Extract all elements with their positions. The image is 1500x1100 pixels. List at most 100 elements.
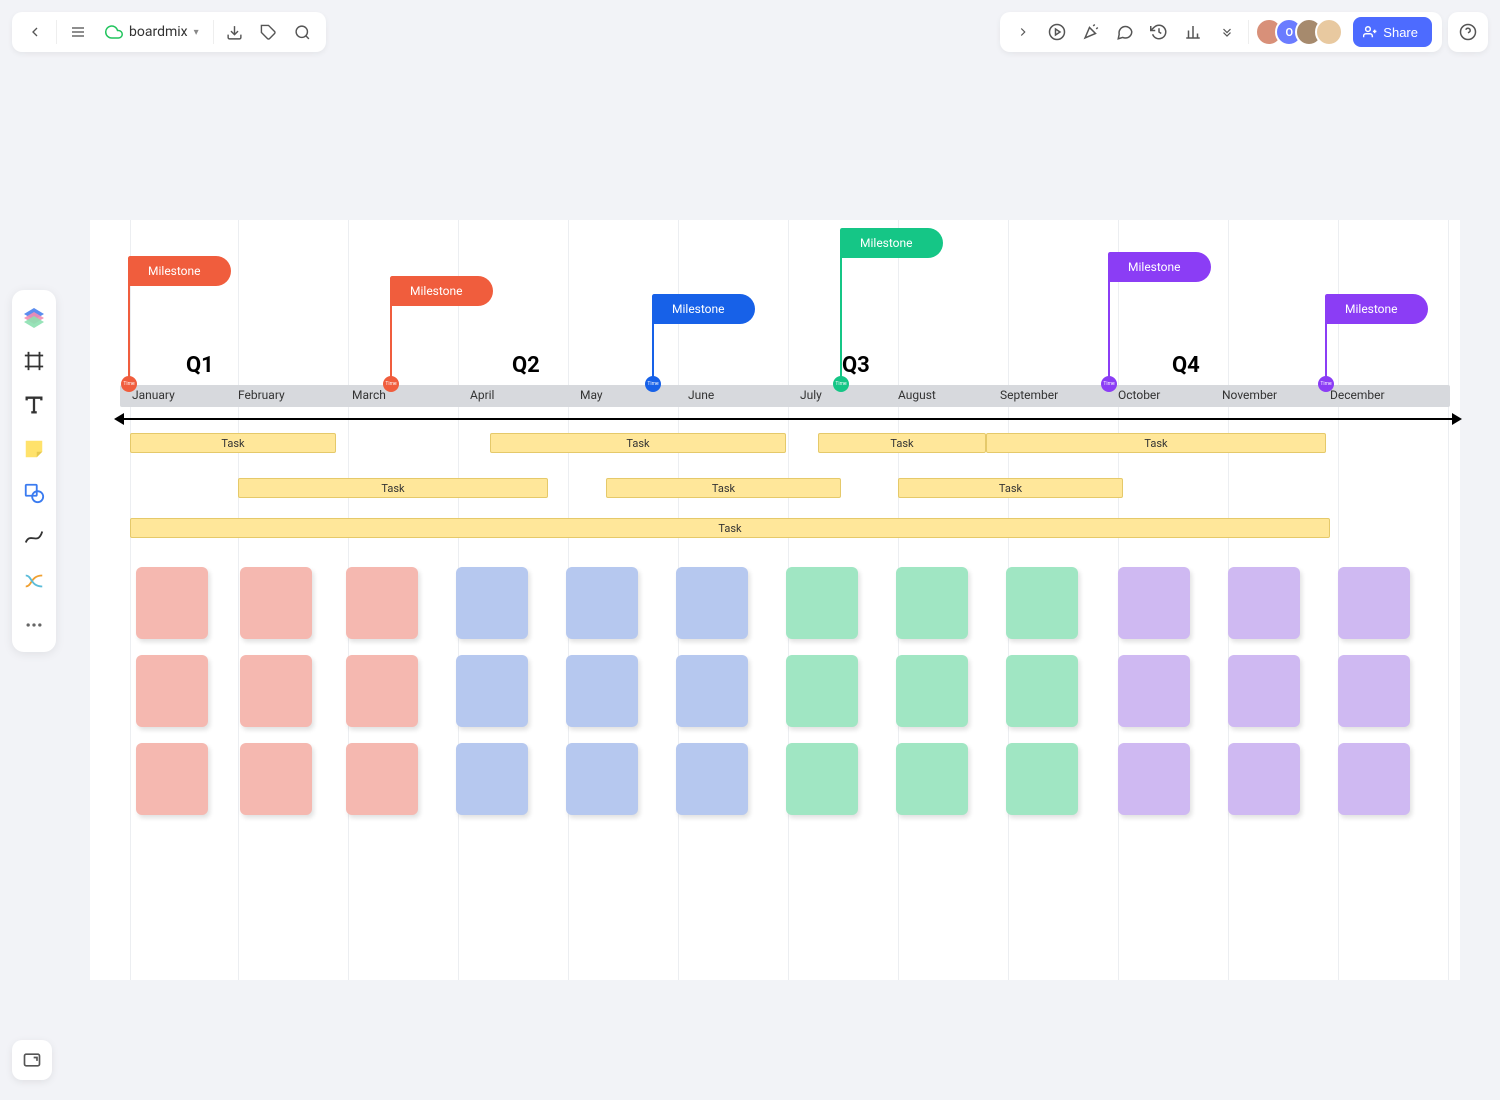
expand-button[interactable]: [1006, 15, 1040, 49]
sticky-note[interactable]: [136, 567, 208, 639]
separator: [56, 20, 57, 44]
play-circle-icon: [1048, 23, 1066, 41]
milestone-flag[interactable]: Milestone: [390, 276, 493, 306]
tool-connector[interactable]: [16, 560, 52, 602]
collaborator-avatars[interactable]: O: [1255, 18, 1343, 46]
templates-icon: [22, 306, 46, 328]
tool-more[interactable]: [16, 604, 52, 646]
comment-button[interactable]: [1108, 15, 1142, 49]
tool-sticky[interactable]: [16, 428, 52, 470]
sticky-note[interactable]: [896, 655, 968, 727]
month-label: August: [898, 388, 936, 402]
left-toolbar: [12, 290, 56, 652]
sticky-note[interactable]: [136, 655, 208, 727]
frame-icon: [23, 350, 45, 372]
avatar[interactable]: [1315, 18, 1343, 46]
search-button[interactable]: [286, 15, 320, 49]
canvas-board[interactable]: JanuaryFebruaryMarchAprilMayJuneJulyAugu…: [90, 220, 1460, 980]
month-label: July: [800, 388, 822, 402]
sticky-note[interactable]: [1338, 655, 1410, 727]
sticky-note[interactable]: [1338, 567, 1410, 639]
sticky-note[interactable]: [676, 743, 748, 815]
back-button[interactable]: [18, 15, 52, 49]
tool-text[interactable]: [16, 384, 52, 426]
sticky-note[interactable]: [346, 567, 418, 639]
task-bar[interactable]: Task: [818, 433, 986, 453]
history-button[interactable]: [1142, 15, 1176, 49]
sticky-note[interactable]: [566, 655, 638, 727]
milestone-line: [1108, 280, 1110, 384]
sticky-note[interactable]: [346, 743, 418, 815]
present-button[interactable]: [1040, 15, 1074, 49]
sticky-note[interactable]: [676, 655, 748, 727]
milestone-flag[interactable]: Milestone: [840, 228, 943, 258]
milestone-dot[interactable]: Time: [833, 376, 849, 392]
milestone-dot[interactable]: Time: [121, 376, 137, 392]
tool-templates[interactable]: [16, 296, 52, 338]
help-button[interactable]: [1448, 12, 1488, 52]
tool-shape[interactable]: [16, 472, 52, 514]
help-icon: [1459, 23, 1477, 41]
sticky-note[interactable]: [786, 567, 858, 639]
milestone-dot[interactable]: Time: [1318, 376, 1334, 392]
tool-pen[interactable]: [16, 516, 52, 558]
minimap-toggle[interactable]: [12, 1040, 52, 1080]
task-bar[interactable]: Task: [130, 518, 1330, 538]
sticky-note[interactable]: [1006, 567, 1078, 639]
download-button[interactable]: [218, 15, 252, 49]
more-button[interactable]: [1210, 15, 1244, 49]
milestone-dot[interactable]: Time: [383, 376, 399, 392]
task-bar[interactable]: Task: [490, 433, 786, 453]
task-bar[interactable]: Task: [606, 478, 841, 498]
sticky-note[interactable]: [456, 743, 528, 815]
sticky-note[interactable]: [676, 567, 748, 639]
user-plus-icon: [1363, 25, 1377, 39]
comment-icon: [1116, 23, 1134, 41]
arrow-left-icon: [114, 413, 124, 425]
sticky-note[interactable]: [1338, 743, 1410, 815]
sticky-note[interactable]: [240, 567, 312, 639]
tool-frame[interactable]: [16, 340, 52, 382]
month-label: May: [580, 388, 603, 402]
sticky-note[interactable]: [786, 655, 858, 727]
menu-button[interactable]: [61, 15, 95, 49]
sticky-note[interactable]: [346, 655, 418, 727]
task-bar[interactable]: Task: [898, 478, 1123, 498]
month-label: March: [352, 388, 386, 402]
month-label: February: [238, 388, 285, 402]
task-bar[interactable]: Task: [130, 433, 336, 453]
pen-icon: [23, 526, 45, 548]
file-name[interactable]: boardmix ▾: [95, 23, 209, 41]
sticky-note[interactable]: [1006, 655, 1078, 727]
sticky-note[interactable]: [1118, 655, 1190, 727]
sticky-note[interactable]: [1118, 567, 1190, 639]
sticky-note[interactable]: [566, 567, 638, 639]
sticky-note[interactable]: [456, 655, 528, 727]
sticky-note[interactable]: [136, 743, 208, 815]
task-bar[interactable]: Task: [986, 433, 1326, 453]
milestone-dot[interactable]: Time: [645, 376, 661, 392]
sticky-note[interactable]: [1228, 743, 1300, 815]
sticky-note[interactable]: [1228, 655, 1300, 727]
sticky-note[interactable]: [896, 567, 968, 639]
tag-button[interactable]: [252, 15, 286, 49]
share-button[interactable]: Share: [1353, 17, 1432, 47]
milestone-flag[interactable]: Milestone: [1108, 252, 1211, 282]
sticky-note[interactable]: [240, 655, 312, 727]
task-bar[interactable]: Task: [238, 478, 548, 498]
sticky-note[interactable]: [566, 743, 638, 815]
sticky-note[interactable]: [1006, 743, 1078, 815]
milestone-flag[interactable]: Milestone: [128, 256, 231, 286]
milestone-flag[interactable]: Milestone: [1325, 294, 1428, 324]
sticky-note[interactable]: [456, 567, 528, 639]
sticky-note[interactable]: [786, 743, 858, 815]
milestone-line: [1325, 322, 1327, 384]
milestone-flag[interactable]: Milestone: [652, 294, 755, 324]
sticky-note[interactable]: [240, 743, 312, 815]
celebrate-button[interactable]: [1074, 15, 1108, 49]
chart-button[interactable]: [1176, 15, 1210, 49]
sticky-note[interactable]: [1228, 567, 1300, 639]
sticky-note[interactable]: [1118, 743, 1190, 815]
milestone-dot[interactable]: Time: [1101, 376, 1117, 392]
sticky-note[interactable]: [896, 743, 968, 815]
